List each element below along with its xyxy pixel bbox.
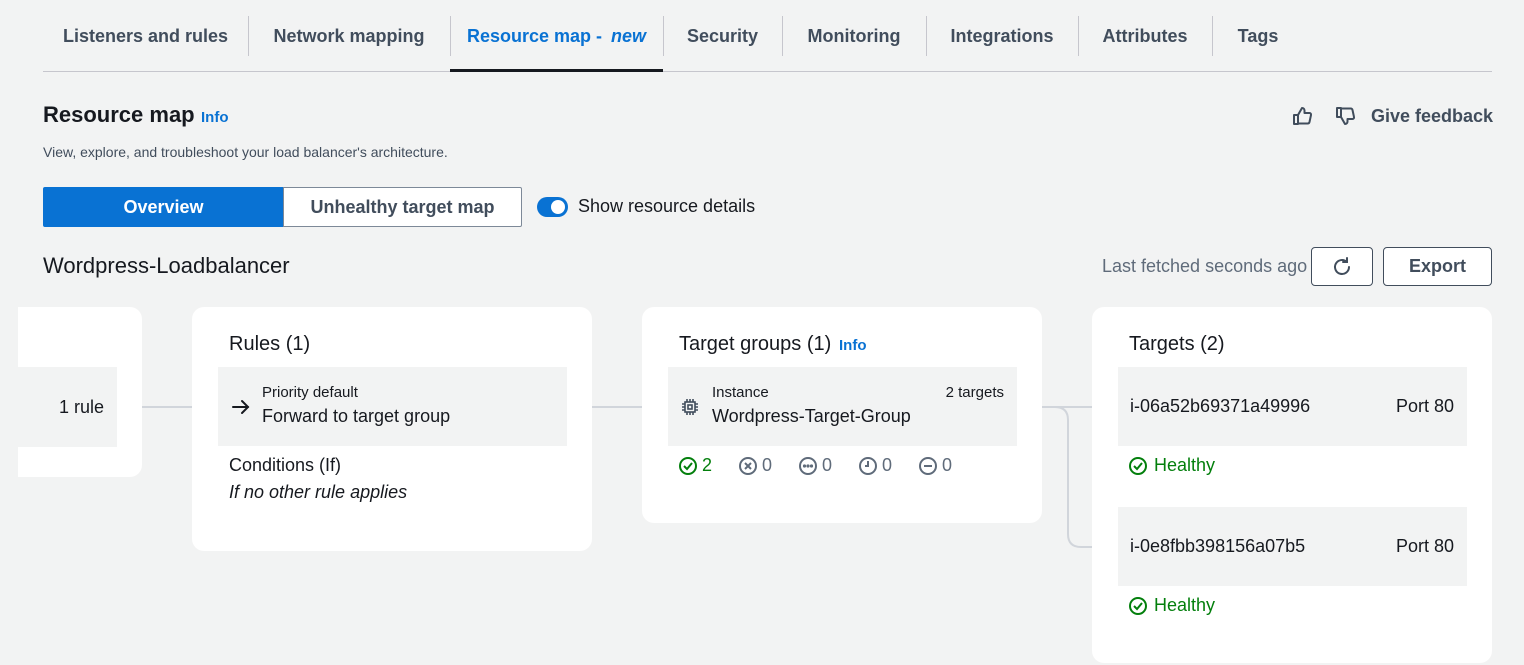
healthy-count: 2 [678,455,712,476]
minus-circle-icon [919,456,937,475]
conditions-label: Conditions (If) [229,455,342,475]
target-groups-title: Target groups (1) [679,333,832,355]
rules-title: Rules (1) [229,333,311,355]
target-id: i-06a52b69371a49996 [1130,396,1311,416]
arrow-right-icon [232,400,250,414]
healthy-count-value: 2 [702,455,713,475]
rule-priority: Priority default [262,384,358,401]
target-group-node[interactable]: Instance 2 targets Wordpress-Target-Grou… [668,367,1017,446]
target-node[interactable]: i-0e8fbb398156a07b5 Port 80 [1118,507,1467,586]
conditions-value: If no other rule applies [229,482,408,502]
target-port: Port 80 [1395,536,1454,556]
pending-count: 0 [858,455,892,476]
rule-count: 1 rule [58,396,104,417]
x-circle-icon [739,456,757,475]
targets-title: Targets (2) [1129,333,1225,355]
target-groups-info-link[interactable]: Info [839,337,867,354]
target-status-label: Healthy [1154,455,1216,475]
draining-count-value: 0 [942,455,953,475]
check-circle-icon [1129,596,1147,615]
target-status-label: Healthy [1154,595,1216,615]
draining-count: 0 [918,455,952,476]
check-circle-icon [679,456,697,475]
unused-count: 0 [798,455,832,476]
target-group-type: Instance [712,384,769,401]
pending-count-value: 0 [882,455,893,475]
chip-icon [682,399,698,415]
target-id: i-0e8fbb398156a07b5 [1130,536,1306,556]
rule-action: Forward to target group [262,406,451,426]
unhealthy-count-value: 0 [762,455,773,475]
unhealthy-count: 0 [738,455,772,476]
target-group-name: Wordpress-Target-Group [712,406,911,426]
ellipsis-circle-icon [799,456,817,475]
unused-count-value: 0 [822,455,833,475]
target-status: Healthy [1128,455,1215,476]
target-port: Port 80 [1395,396,1454,416]
clock-icon [859,456,877,475]
target-status: Healthy [1128,595,1215,616]
target-node[interactable]: i-06a52b69371a49996 Port 80 [1118,367,1467,446]
rule-node[interactable]: Priority default Forward to target group [218,367,567,446]
check-circle-icon [1129,456,1147,475]
listener-node[interactable]: 1 rule [18,367,117,447]
target-count: 2 targets [945,384,1004,401]
